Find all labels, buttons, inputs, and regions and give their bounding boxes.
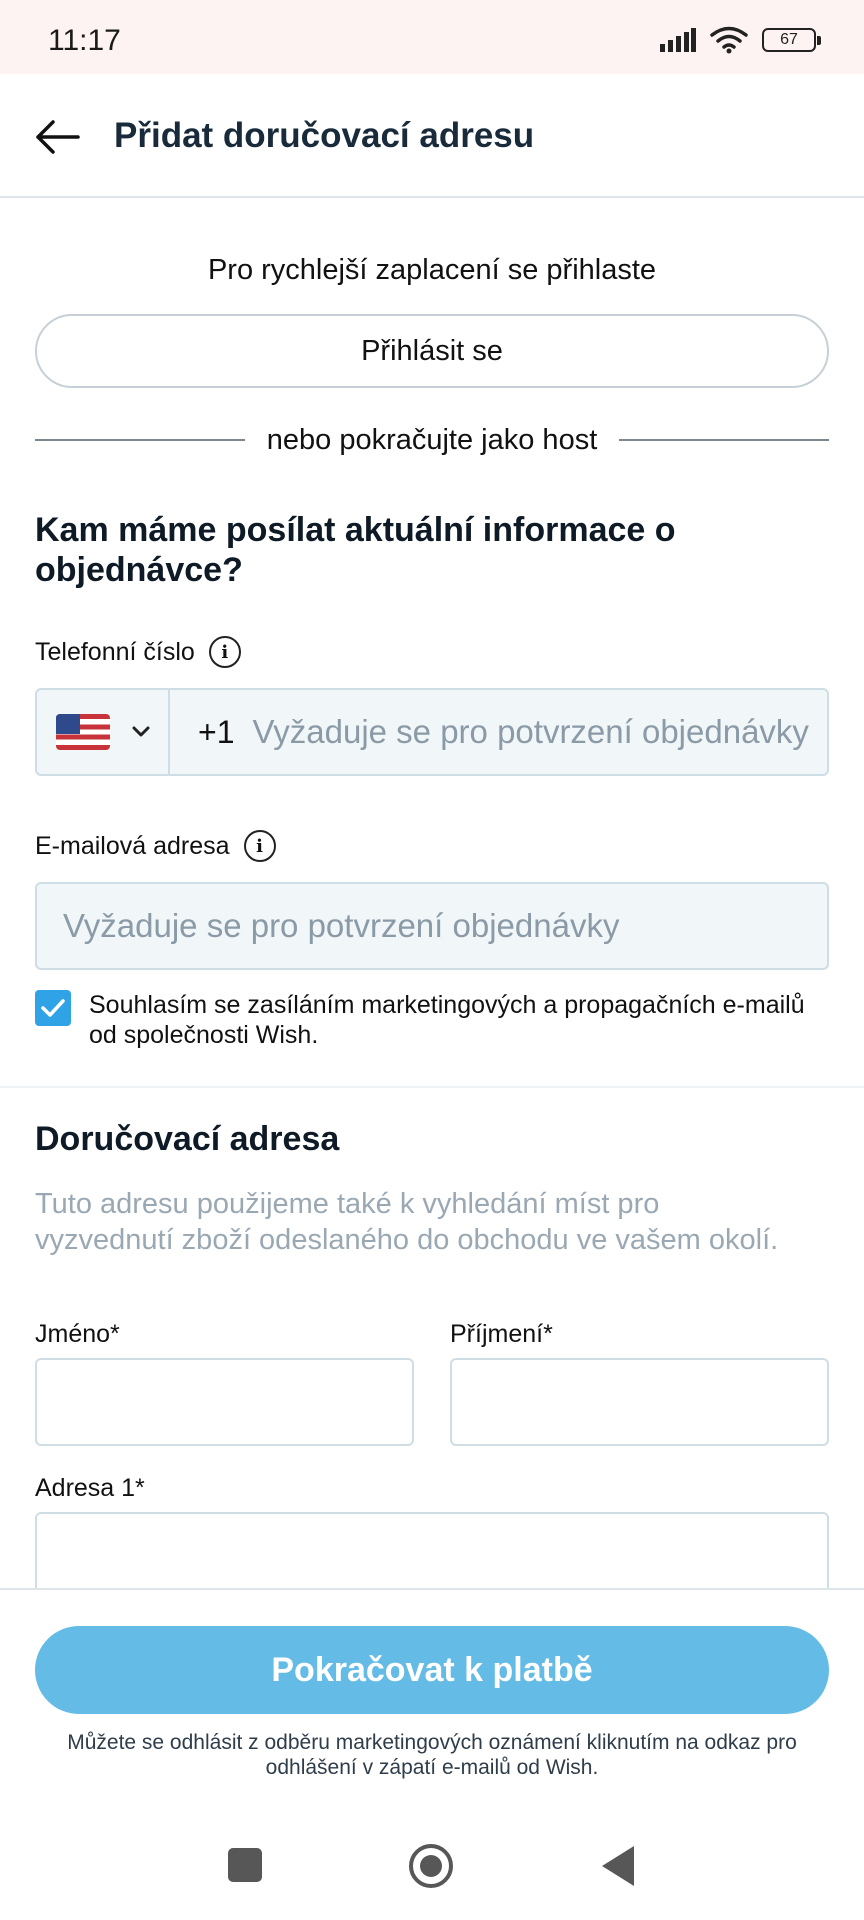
system-back-icon[interactable]	[602, 1846, 634, 1886]
page-header: Přidat doručovací adresu	[0, 74, 864, 198]
marketing-consent-text: Souhlasím se zasíláním marketingových a …	[89, 991, 805, 1049]
phone-input-wrap: +1	[170, 690, 827, 774]
delivery-heading: Doručovací adresa	[35, 1120, 340, 1158]
email-label-text: E-mailová adresa	[35, 831, 230, 860]
recent-apps-icon[interactable]	[228, 1848, 262, 1882]
phone-input[interactable]	[252, 713, 827, 751]
address1-label: Adresa 1*	[35, 1474, 145, 1502]
email-info-icon[interactable]: i	[243, 830, 276, 862]
system-nav-bar	[0, 1788, 864, 1920]
home-icon[interactable]	[409, 1844, 453, 1888]
last-name-field	[450, 1358, 829, 1446]
form-content[interactable]: Pro rychlejší zaplacení se přihlaste Při…	[0, 198, 864, 1588]
checkout-footer: Pokračovat k platbě Můžete se odhlásit z…	[0, 1588, 864, 1788]
back-button[interactable]	[30, 110, 84, 164]
last-name-input[interactable]	[472, 1360, 827, 1444]
home-icon-dot	[420, 1855, 442, 1877]
arrow-left-icon	[36, 120, 80, 154]
unsubscribe-note: Můžete se odhlásit z odběru marketingový…	[67, 1731, 797, 1779]
login-button[interactable]: Přihlásit se	[35, 314, 829, 388]
guest-divider-text: nebo pokračujte jako host	[266, 423, 598, 456]
page-title: Přidat doručovací adresu	[114, 116, 535, 155]
phone-prefix: +1	[198, 713, 235, 750]
status-icons: 67	[660, 26, 821, 54]
marketing-consent-checkbox[interactable]	[35, 990, 71, 1026]
marketing-consent: Souhlasím se zasíláním marketingových a …	[35, 990, 829, 1050]
battery-level: 67	[780, 31, 798, 48]
status-bar: 11:17 67	[0, 0, 864, 74]
first-name-field	[35, 1358, 414, 1446]
phone-label: Telefonní číslo i	[35, 636, 241, 668]
signal-icon	[660, 28, 696, 52]
divider-line-left	[35, 439, 245, 441]
address1-input[interactable]	[57, 1514, 827, 1588]
battery-icon: 67	[762, 28, 821, 52]
first-name-input[interactable]	[57, 1360, 412, 1444]
checkmark-icon	[41, 999, 65, 1017]
last-name-label: Příjmení*	[450, 1320, 553, 1348]
contact-heading: Kam máme posílat aktuální informace o ob…	[35, 511, 676, 589]
delivery-description: Tuto adresu použijeme také k vyhledání m…	[35, 1188, 779, 1256]
country-code-picker[interactable]	[37, 690, 170, 774]
email-field	[35, 882, 829, 970]
login-prompt: Pro rychlejší zaplacení se přihlaste	[207, 254, 657, 286]
status-time: 11:17	[48, 24, 121, 57]
email-label: E-mailová adresa i	[35, 830, 276, 862]
divider-line-right	[619, 439, 829, 441]
phone-info-icon[interactable]: i	[208, 636, 241, 668]
wifi-icon	[710, 26, 748, 54]
address1-field	[35, 1512, 829, 1588]
continue-to-payment-button[interactable]: Pokračovat k platbě	[35, 1626, 829, 1714]
section-separator	[0, 1086, 864, 1088]
us-flag-icon	[55, 714, 110, 750]
email-input[interactable]	[63, 907, 827, 945]
guest-divider: nebo pokračujte jako host	[35, 420, 829, 460]
chevron-down-icon	[132, 726, 149, 737]
phone-field: +1	[35, 688, 829, 776]
flag-canton	[55, 714, 80, 734]
first-name-label: Jméno*	[35, 1320, 120, 1348]
phone-label-text: Telefonní číslo	[35, 637, 195, 666]
